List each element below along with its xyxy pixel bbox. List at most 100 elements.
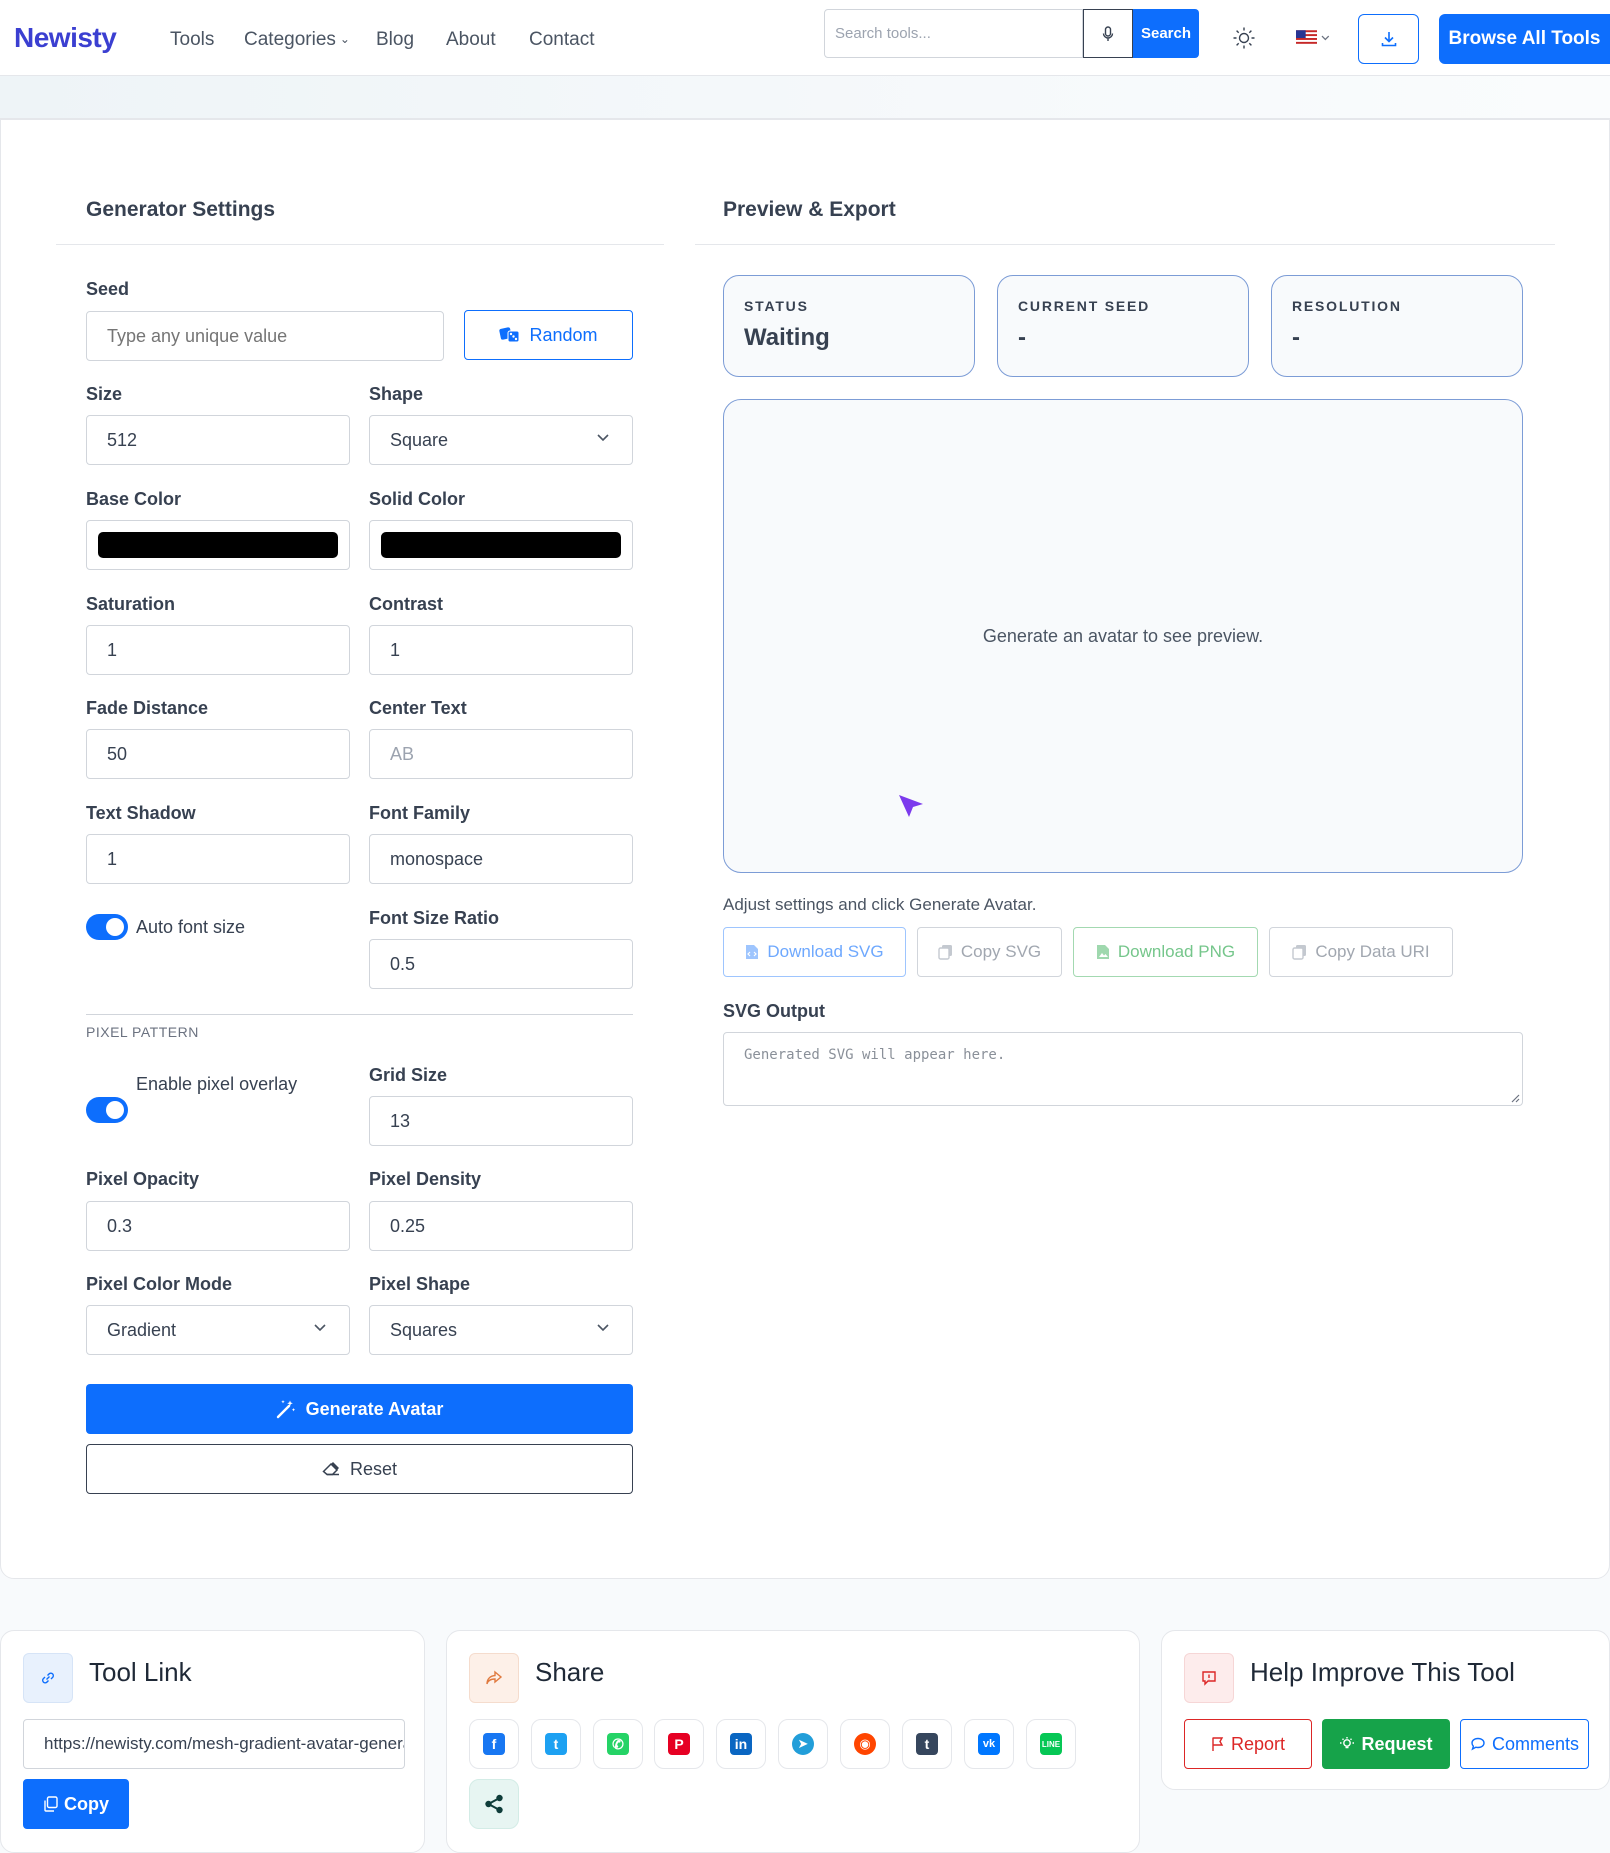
comments-label: Comments xyxy=(1491,1733,1580,1754)
share-facebook-button[interactable]: f xyxy=(469,1719,519,1769)
saturation-input[interactable]: 1 xyxy=(86,625,350,675)
fade-distance-label: Fade Distance xyxy=(86,698,209,718)
share-whatsapp-button[interactable]: ✆ xyxy=(593,1719,643,1769)
share-line-button[interactable]: LINE xyxy=(1026,1719,1076,1769)
pixel-color-mode-select[interactable]: Gradient xyxy=(86,1305,350,1355)
reset-button[interactable]: Reset xyxy=(86,1444,633,1494)
twitter-icon: t xyxy=(545,1733,567,1755)
copy-link-button[interactable]: Copy xyxy=(23,1779,129,1829)
resize-handle-icon[interactable] xyxy=(1510,1093,1520,1103)
copy-link-label: Copy xyxy=(64,1793,109,1814)
nav-tools[interactable]: Tools xyxy=(170,29,214,51)
browse-all-tools-button[interactable]: Browse All Tools xyxy=(1439,14,1610,64)
install-app-button[interactable] xyxy=(1358,14,1419,64)
auto-font-size-toggle[interactable] xyxy=(86,914,128,940)
flag-icon xyxy=(1212,1737,1224,1751)
center-text-input[interactable]: AB xyxy=(369,729,633,779)
share-more-button[interactable] xyxy=(469,1779,519,1829)
current-seed-value: - xyxy=(1018,324,1026,351)
copy-icon xyxy=(1292,945,1307,960)
random-label: Random xyxy=(529,324,598,345)
download-svg-button[interactable]: Download SVG xyxy=(723,927,906,977)
nav-about[interactable]: About xyxy=(446,29,496,51)
preview-title: Preview & Export xyxy=(723,198,896,221)
download-icon xyxy=(1381,32,1396,47)
random-seed-button[interactable]: Random xyxy=(464,310,633,360)
pixel-density-label: Pixel Density xyxy=(369,1169,482,1189)
grid-size-input[interactable]: 13 xyxy=(369,1096,633,1146)
comments-button[interactable]: Comments xyxy=(1460,1719,1589,1769)
copy-svg-button[interactable]: Copy SVG xyxy=(917,927,1062,977)
pixel-opacity-input[interactable]: 0.3 xyxy=(86,1201,350,1251)
fade-distance-input[interactable]: 50 xyxy=(86,729,350,779)
share-icon-badge xyxy=(469,1653,519,1703)
us-flag-icon xyxy=(1296,30,1318,46)
base-color-label: Base Color xyxy=(86,489,182,509)
chevron-down-icon xyxy=(597,1324,609,1332)
pixel-overlay-label: Enable pixel overlay xyxy=(136,1074,298,1094)
size-label: Size xyxy=(86,384,123,404)
comment-icon xyxy=(1471,1737,1485,1751)
seed-input[interactable] xyxy=(86,311,444,361)
nav-blog[interactable]: Blog xyxy=(376,29,414,51)
share-tumblr-button[interactable]: t xyxy=(902,1719,952,1769)
seed-label: Seed xyxy=(86,279,130,299)
text-shadow-input[interactable]: 1 xyxy=(86,834,350,884)
font-family-input[interactable]: monospace xyxy=(369,834,633,884)
pixel-color-mode-value: Gradient xyxy=(107,1319,177,1340)
nav-categories-label: Categories xyxy=(244,29,336,50)
font-size-ratio-input[interactable]: 0.5 xyxy=(369,939,633,989)
tool-link-url[interactable]: https://newisty.com/mesh-gradient-avatar… xyxy=(23,1719,405,1769)
nav-contact[interactable]: Contact xyxy=(529,29,594,51)
search-button[interactable]: Search xyxy=(1133,9,1199,58)
pixel-density-input[interactable]: 0.25 xyxy=(369,1201,633,1251)
share-telegram-button[interactable]: ➤ xyxy=(778,1719,828,1769)
download-png-button[interactable]: Download PNG xyxy=(1073,927,1258,977)
site-logo[interactable]: Newisty xyxy=(14,22,117,54)
solid-color-picker[interactable] xyxy=(369,520,633,570)
share-title: Share xyxy=(535,1657,605,1687)
request-button[interactable]: Request xyxy=(1322,1719,1450,1769)
copy-data-uri-button[interactable]: Copy Data URI xyxy=(1269,927,1453,977)
dice-icon xyxy=(499,327,520,343)
voice-search-button[interactable] xyxy=(1083,9,1133,58)
copy-data-uri-label: Copy Data URI xyxy=(1315,942,1430,961)
resolution-value: - xyxy=(1292,324,1300,351)
base-color-picker[interactable] xyxy=(86,520,350,570)
microphone-icon xyxy=(1102,25,1114,41)
generate-avatar-button[interactable]: Generate Avatar xyxy=(86,1384,633,1434)
svg-output-textarea[interactable]: Generated SVG will appear here. xyxy=(723,1032,1523,1106)
download-svg-label: Download SVG xyxy=(767,942,884,961)
share-linkedin-button[interactable]: in xyxy=(716,1719,766,1769)
nav-categories[interactable]: Categories ⌄ xyxy=(244,29,350,51)
pixel-shape-label: Pixel Shape xyxy=(369,1274,471,1294)
pixel-overlay-toggle[interactable] xyxy=(86,1097,128,1123)
theme-toggle[interactable] xyxy=(1232,26,1256,50)
pinterest-icon: P xyxy=(668,1733,690,1755)
telegram-icon: ➤ xyxy=(792,1733,814,1755)
share-nodes-icon xyxy=(485,1794,503,1814)
search-input[interactable] xyxy=(824,9,1083,58)
share-twitter-button[interactable]: t xyxy=(531,1719,581,1769)
share-pinterest-button[interactable]: P xyxy=(654,1719,704,1769)
current-seed-card: CURRENT SEED - xyxy=(997,275,1249,377)
preview-hint: Adjust settings and click Generate Avata… xyxy=(723,895,1037,914)
divider xyxy=(56,244,664,245)
share-reddit-button[interactable]: ◉ xyxy=(840,1719,890,1769)
solid-color-label: Solid Color xyxy=(369,489,465,509)
copy-icon xyxy=(938,945,952,960)
facebook-icon: f xyxy=(483,1733,505,1755)
tumblr-icon: t xyxy=(916,1733,938,1755)
shape-select[interactable]: Square xyxy=(369,415,633,465)
language-selector[interactable] xyxy=(1296,29,1330,47)
settings-title: Generator Settings xyxy=(86,198,276,221)
pixel-shape-select[interactable]: Squares xyxy=(369,1305,633,1355)
grid-size-label: Grid Size xyxy=(369,1065,448,1085)
divider xyxy=(86,1014,633,1015)
size-input[interactable]: 512 xyxy=(86,415,350,465)
share-vk-button[interactable]: vk xyxy=(964,1719,1014,1769)
link-icon xyxy=(42,1672,54,1684)
report-button[interactable]: Report xyxy=(1184,1719,1312,1769)
generate-label: Generate Avatar xyxy=(305,1398,444,1419)
contrast-input[interactable]: 1 xyxy=(369,625,633,675)
